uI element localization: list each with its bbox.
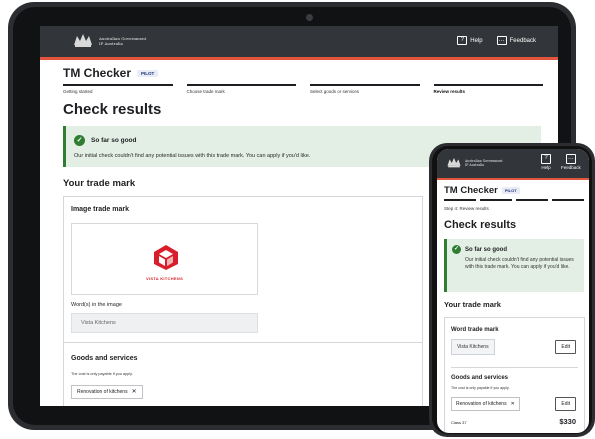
feedback-label: Feedback [509,37,536,44]
mobile-feedback-link[interactable]: … Feedback [561,154,581,170]
mobile-gov-logo[interactable]: Australian Government IP Australia [446,157,503,169]
image-trade-mark-heading: Image trade mark [71,206,129,213]
gov-logo[interactable]: Australian Government IP Australia [72,33,146,49]
step-choose-trade-mark[interactable]: Choose trade mark [186,84,296,94]
mobile-alert-title: So far so good [465,246,507,253]
app-title: TM Checker [63,66,132,80]
goods-chip-label: Renovation of kitchens [77,389,128,395]
card-divider [64,342,422,343]
mobile-goods-chip-label: Renovation of kitchens [456,401,507,407]
feedback-icon: … [565,154,576,164]
vista-kitchens-logo-icon [154,245,178,270]
mobile-page-title: Check results [444,219,517,231]
mobile-progress-steps [444,199,584,201]
progress-steps: Getting started Choose trade mark Select… [63,84,543,94]
goods-services-heading: Goods and services [71,355,138,362]
edit-goods-button[interactable]: Edit [555,397,576,411]
agency-name: IP Australia [99,41,123,46]
help-link[interactable]: ? Help [457,36,483,45]
mobile-agency-name: IP Australia [465,163,485,167]
check-circle-icon: ✓ [452,245,461,254]
words-field: Vista Kitchens [71,313,258,333]
mobile-step-text: Step 4: Review results [444,206,489,211]
mobile-help-link[interactable]: ? Help [541,154,551,170]
pilot-badge: PILOT [137,69,159,77]
step-getting-started[interactable]: Getting started [63,84,173,94]
mobile-feedback-label: Feedback [561,165,581,170]
edit-word-button[interactable]: Edit [555,340,576,354]
step-review-results: Review results [433,84,543,94]
mobile-goods-note: The cost is only payable if you apply. [451,386,510,390]
step-select-goods[interactable]: Select goods or services [310,84,420,94]
check-circle-icon: ✓ [74,135,85,146]
mobile-card-divider [451,367,578,368]
mobile-header: Australian Government IP Australia ? Hel… [437,149,589,180]
help-icon: ? [541,154,551,164]
remove-icon[interactable]: ✕ [511,401,515,407]
class-price: $330 [559,417,576,426]
mobile-goods-chip[interactable]: Renovation of kitchens ✕ [451,397,520,411]
word-trade-mark-value: Vista Kitchens [451,339,495,355]
trade-mark-heading: Your trade mark [63,178,136,189]
mobile-help-label: Help [541,165,551,170]
word-trade-mark-heading: Word trade mark [451,327,499,333]
camera-dot [306,14,313,21]
alert-body: Our initial check couldn't find any pote… [74,153,311,159]
mobile-trade-mark-card: Word trade mark Vista Kitchens Edit Good… [444,317,585,433]
logo-wordmark: VISTA KITCHENS [145,276,184,281]
coat-of-arms-icon [74,34,92,47]
mobile-trade-mark-heading: Your trade mark [444,300,501,309]
feedback-link[interactable]: … Feedback [496,36,536,45]
class-label: Class 37 [451,420,467,425]
page-title: Check results [63,101,162,118]
site-header: Australian Government IP Australia ? Hel… [40,26,558,60]
goods-chip[interactable]: Renovation of kitchens ✕ [71,385,143,399]
mobile-app-title: TM Checker [444,185,498,196]
remove-icon[interactable]: ✕ [132,389,137,395]
goods-cost-note: The cost is only payable if you apply. [71,372,133,376]
trade-mark-card: Image trade mark VISTA KITCHENS Word(s) … [63,196,423,406]
help-icon: ? [457,36,468,45]
help-label: Help [470,37,483,44]
trade-mark-image: VISTA KITCHENS [71,223,258,295]
words-label: Word(s) in the image [71,302,122,308]
mobile-goods-heading: Goods and services [451,375,509,381]
mobile-header-accent-bar [437,178,589,180]
mobile-pilot-badge: PILOT [501,187,520,194]
phone-screen: Australian Government IP Australia ? Hel… [437,149,589,433]
header-accent-bar [40,57,558,60]
mobile-alert-body: Our initial check couldn't find any pote… [465,257,574,270]
mobile-success-alert: ✓ So far so good Our initial check could… [444,239,584,292]
coat-of-arms-icon [447,157,461,168]
feedback-icon: … [496,36,507,45]
alert-title: So far so good [91,137,137,144]
